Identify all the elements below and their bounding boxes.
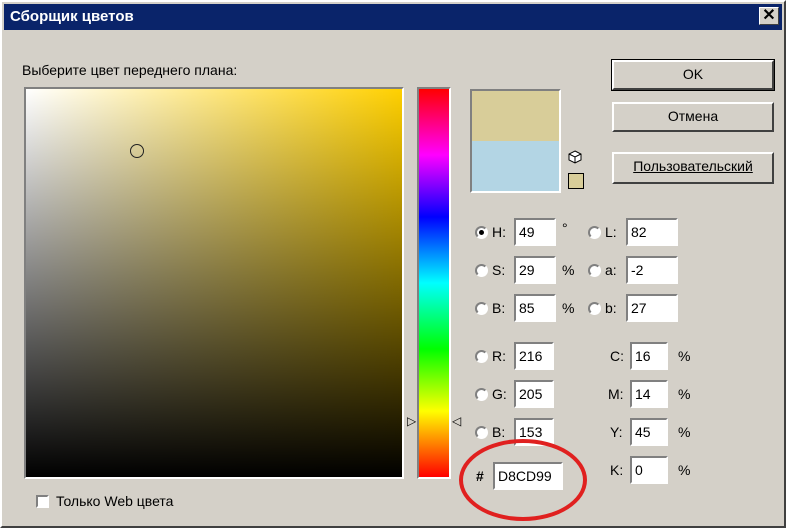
radio-r[interactable] [475,350,488,363]
h-input[interactable]: 49 [514,218,556,246]
r-label: R: [492,348,506,364]
radio-h[interactable] [475,226,488,239]
radio-b[interactable] [475,302,488,315]
h-unit: ° [562,220,568,236]
current-color-swatch[interactable] [472,141,559,191]
m-unit: % [678,386,691,402]
web-only-label[interactable]: Только Web цвета [56,493,173,509]
hue-slider-left-arrow-icon[interactable]: ▷ [407,415,416,427]
radio-rgb-b[interactable] [475,426,488,439]
lab-b-label: b: [605,300,617,316]
a-input[interactable]: -2 [626,256,678,284]
h-label: H: [492,224,506,240]
web-safe-swatch[interactable] [568,173,584,189]
new-color-swatch [472,91,559,141]
g-label: G: [492,386,507,402]
cube-icon[interactable] [568,150,582,164]
brightness-gradient [26,89,402,477]
b-label: B: [492,300,506,316]
m-label: M: [608,386,624,402]
lab-b-input[interactable]: 27 [626,294,678,322]
color-field[interactable] [24,87,404,479]
r-input[interactable]: 216 [514,342,554,370]
radio-lab-b[interactable] [588,302,601,315]
s-input[interactable]: 29 [514,256,556,284]
c-unit: % [678,348,691,364]
k-input[interactable]: 0 [630,456,668,484]
hue-slider[interactable] [417,87,451,479]
radio-s[interactable] [475,264,488,277]
y-input[interactable]: 45 [630,418,668,446]
web-only-checkbox[interactable] [36,495,49,508]
m-input[interactable]: 14 [630,380,668,408]
y-label: Y: [610,424,623,440]
k-unit: % [678,462,691,478]
l-input[interactable]: 82 [626,218,678,246]
rgb-b-label: B: [492,424,506,440]
s-label: S: [492,262,506,278]
l-label: L: [605,224,617,240]
k-label: K: [610,462,624,478]
color-picker-dialog: Сборщик цветов ✕ Выберите цвет переднего… [0,0,786,528]
cancel-button[interactable]: Отмена [612,102,774,132]
title-bar[interactable]: Сборщик цветов ✕ [4,4,782,30]
g-input[interactable]: 205 [514,380,554,408]
custom-colors-button[interactable]: Пользовательский [612,152,774,184]
hex-label: # [476,468,484,484]
c-label: C: [610,348,624,364]
close-button[interactable]: ✕ [759,7,779,25]
color-preview [470,89,561,193]
hex-input[interactable]: D8CD99 [493,462,563,490]
hue-gradient [419,89,449,477]
c-input[interactable]: 16 [630,342,668,370]
prompt-label: Выберите цвет переднего плана: [22,62,238,78]
a-label: a: [605,262,617,278]
b-unit: % [562,300,575,316]
color-field-marker[interactable] [130,144,144,158]
window-title: Сборщик цветов [10,8,134,25]
b-input[interactable]: 85 [514,294,556,322]
radio-a[interactable] [588,264,601,277]
custom-colors-label: Пользовательский [633,158,753,174]
hue-slider-right-arrow-icon[interactable]: ◁ [452,415,461,427]
radio-g[interactable] [475,388,488,401]
ok-button[interactable]: OK [611,59,775,91]
close-icon: ✕ [762,7,776,24]
y-unit: % [678,424,691,440]
radio-l[interactable] [588,226,601,239]
rgb-b-input[interactable]: 153 [514,418,554,446]
s-unit: % [562,262,575,278]
